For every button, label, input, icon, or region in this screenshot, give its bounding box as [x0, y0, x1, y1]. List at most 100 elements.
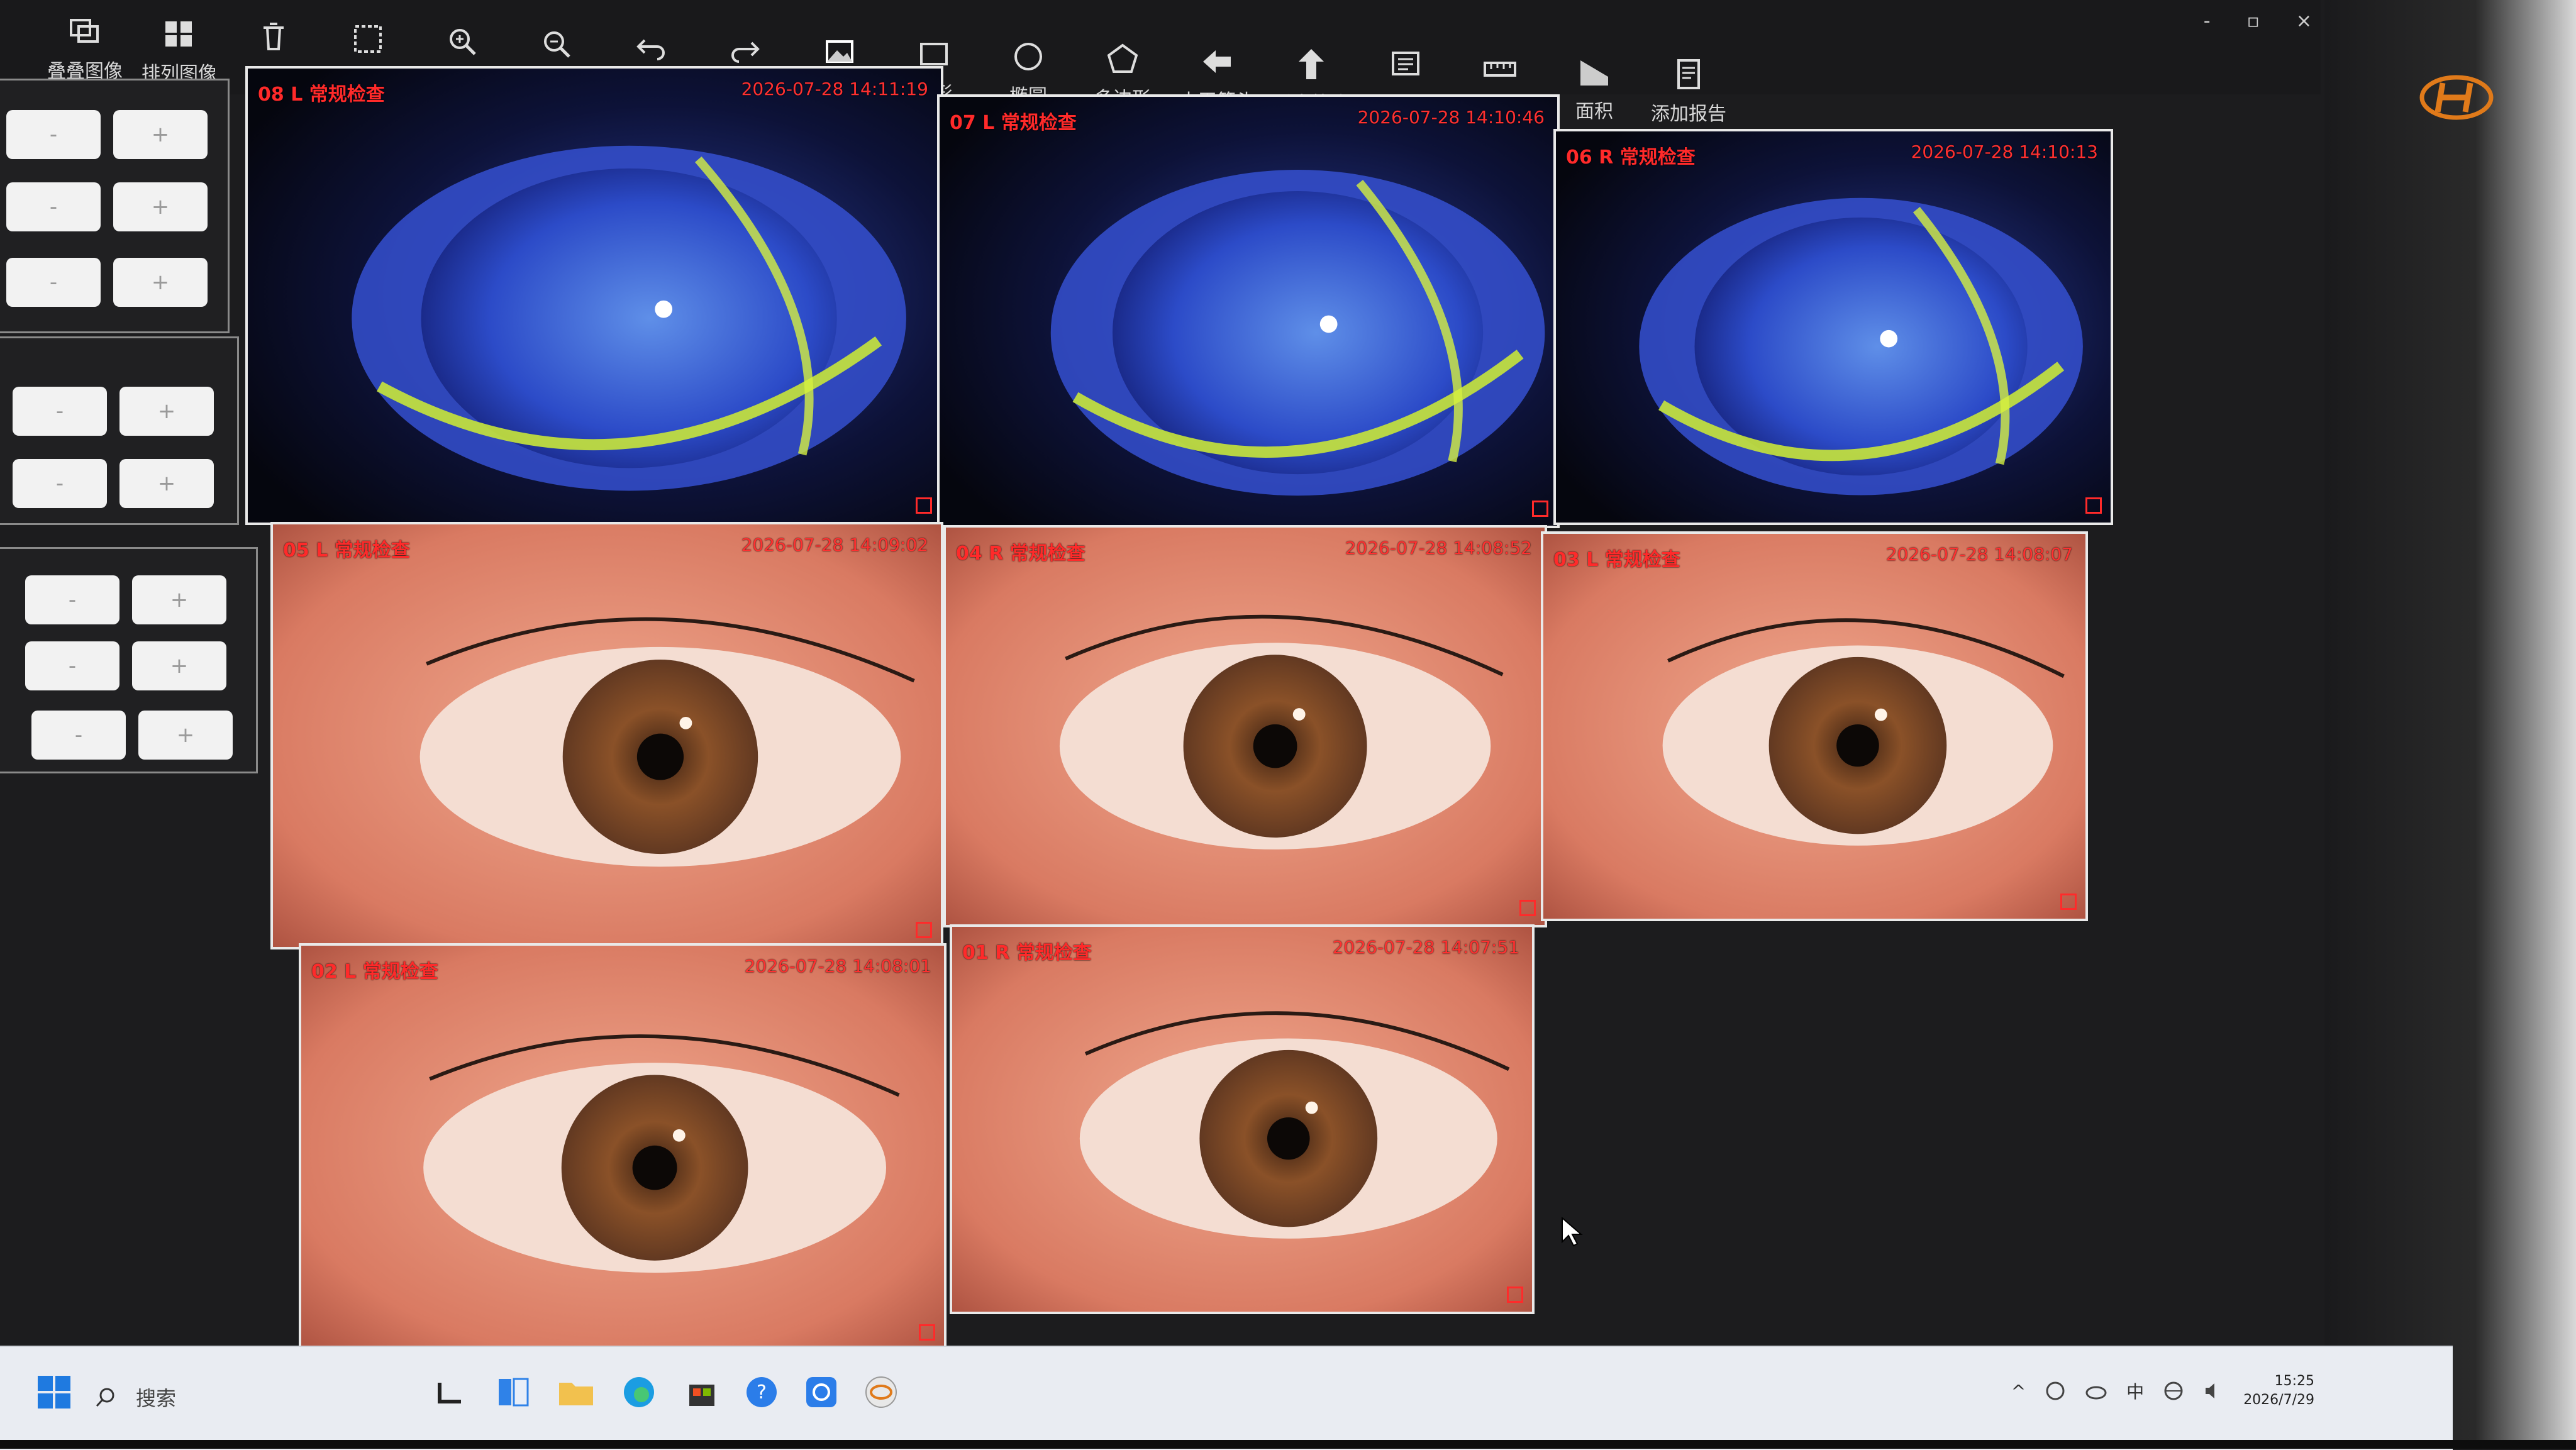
eye-photo	[248, 69, 941, 523]
plus-button[interactable]: +	[113, 182, 208, 231]
brand-logo-icon	[2419, 75, 2494, 120]
close-button[interactable]: ×	[2296, 10, 2312, 32]
search-placeholder: 搜索	[136, 1386, 177, 1410]
undo-icon	[633, 29, 669, 64]
image-timestamp: 2026-07-28 14:07:51	[1332, 937, 1519, 958]
plus-button[interactable]: +	[132, 575, 226, 624]
restore-button[interactable]: ▫	[2247, 10, 2260, 32]
zoom-out-icon	[539, 26, 574, 62]
minimize-button[interactable]: -	[2204, 10, 2211, 32]
imaging-app-icon	[865, 1376, 897, 1408]
help-button[interactable]: ?	[739, 1370, 784, 1415]
volume-icon[interactable]	[2203, 1380, 2224, 1402]
eye-photo	[1556, 131, 2111, 523]
widgets-button[interactable]	[491, 1370, 536, 1415]
arrange-images-icon	[162, 16, 197, 52]
edge-browser-button[interactable]	[616, 1370, 662, 1415]
eye-image-thumbnail[interactable]: 01 R 常规检查 2026-07-28 14:07:51	[950, 924, 1535, 1314]
restore-icon	[728, 31, 763, 67]
minus-button[interactable]: -	[25, 641, 119, 690]
ime-indicator[interactable]: 中	[2126, 1378, 2144, 1403]
image-label: 06 R 常规检查	[1566, 147, 1696, 169]
system-tray: ^ 中 15:25 2026/7/29	[2011, 1372, 2314, 1410]
compare-images-icon	[67, 14, 103, 49]
network-icon[interactable]	[2045, 1380, 2066, 1402]
background-room	[2324, 0, 2576, 1449]
clock-date: 2026/7/29	[2243, 1392, 2314, 1408]
image-label: 05 L 常规检查	[283, 540, 410, 562]
minus-button[interactable]: -	[25, 575, 119, 624]
globe-icon[interactable]	[2163, 1380, 2184, 1402]
plus-button[interactable]: +	[119, 387, 214, 436]
file-explorer-button[interactable]	[553, 1370, 599, 1415]
minus-button[interactable]: -	[6, 182, 101, 231]
zoom-in-icon	[445, 24, 480, 59]
window-controls: - ▫ ×	[2204, 10, 2312, 32]
folder-icon	[559, 1383, 593, 1405]
select-checkbox[interactable]	[2085, 497, 2102, 514]
minus-button[interactable]: -	[6, 258, 101, 307]
mouse-cursor-icon	[1562, 1217, 1583, 1247]
store-icon	[689, 1385, 714, 1406]
eye-image-thumbnail[interactable]: 04 R 常规检查 2026-07-28 14:08:52	[943, 525, 1547, 927]
select-checkbox[interactable]	[1519, 900, 1536, 916]
image-timestamp: 2026-07-28 14:08:07	[1885, 544, 2073, 565]
plus-button[interactable]: +	[113, 258, 208, 307]
plus-button[interactable]: +	[138, 711, 233, 760]
select-checkbox[interactable]	[2060, 894, 2077, 910]
widgets-icon	[499, 1378, 529, 1407]
minus-button[interactable]: -	[6, 110, 101, 159]
eye-image-thumbnail[interactable]: 02 L 常规检查 2026-07-28 14:08:01	[299, 943, 947, 1352]
image-timestamp: 2026-07-28 14:10:13	[1911, 141, 2098, 162]
select-checkbox[interactable]	[916, 922, 932, 938]
app-icon	[806, 1377, 836, 1407]
minus-button[interactable]: -	[13, 459, 107, 508]
select-checkbox[interactable]	[916, 497, 932, 514]
plus-button[interactable]: +	[132, 641, 226, 690]
eye-image-thumbnail[interactable]: 03 L 常规检查 2026-07-28 14:08:07	[1541, 531, 2088, 921]
windows-logo-icon	[38, 1376, 70, 1408]
eye-photo	[1543, 534, 2085, 919]
store-button[interactable]	[679, 1370, 724, 1415]
cloud-icon[interactable]	[2085, 1381, 2107, 1400]
eye-image-thumbnail[interactable]: 05 L 常规检查 2026-07-28 14:09:02	[270, 522, 943, 949]
image-label: 04 R 常规检查	[956, 543, 1085, 565]
minus-button[interactable]: -	[13, 387, 107, 436]
search-icon	[96, 1388, 114, 1407]
image-label: 08 L 常规检查	[258, 84, 385, 106]
select-checkbox[interactable]	[1532, 501, 1548, 517]
taskbar-search[interactable]: 搜索	[94, 1372, 358, 1422]
imaging-app-button[interactable]	[858, 1370, 904, 1415]
image-label: 02 L 常规检查	[311, 961, 438, 983]
eye-image-thumbnail[interactable]: 07 L 常规检查 2026-07-28 14:10:46	[937, 94, 1560, 528]
clock[interactable]: 15:25 2026/7/29	[2243, 1372, 2314, 1410]
select-checkbox[interactable]	[1507, 1287, 1523, 1303]
image-label: 01 R 常规检查	[962, 942, 1092, 964]
image-timestamp: 2026-07-28 14:11:19	[741, 79, 928, 99]
plus-button[interactable]: +	[113, 110, 208, 159]
edge-icon	[624, 1377, 654, 1407]
svg-text:?: ?	[757, 1381, 767, 1403]
eye-photo	[952, 927, 1532, 1312]
image-timestamp: 2026-07-28 14:08:52	[1345, 538, 1532, 558]
left-control-panel: - + - + - + - + - + - + - + - +	[0, 72, 264, 1361]
eye-photo	[940, 97, 1557, 526]
plus-button[interactable]: +	[119, 459, 214, 508]
start-button[interactable]	[31, 1370, 77, 1415]
chevron-up-icon[interactable]: ^	[2011, 1381, 2026, 1402]
eye-photo	[946, 528, 1545, 925]
clock-time: 15:25	[2274, 1373, 2314, 1389]
delete-icon	[256, 19, 291, 54]
image-timestamp: 2026-07-28 14:08:01	[744, 956, 931, 977]
image-label: 07 L 常规检查	[950, 112, 1077, 134]
select-checkbox[interactable]	[919, 1324, 935, 1341]
app-button[interactable]	[799, 1370, 844, 1415]
eye-photo	[273, 524, 941, 947]
eye-photo	[301, 946, 944, 1349]
minus-button[interactable]: -	[31, 711, 126, 760]
eye-image-thumbnail[interactable]: 06 R 常规检查 2026-07-28 14:10:13	[1553, 129, 2113, 525]
local-icon	[350, 21, 386, 57]
task-view-button[interactable]	[428, 1370, 473, 1415]
eye-image-thumbnail[interactable]: 08 L 常规检查 2026-07-28 14:11:19	[245, 66, 943, 525]
image-grid: 08 L 常规检查 2026-07-28 14:11:19 07 L 常规检查 20…	[245, 66, 2126, 1361]
